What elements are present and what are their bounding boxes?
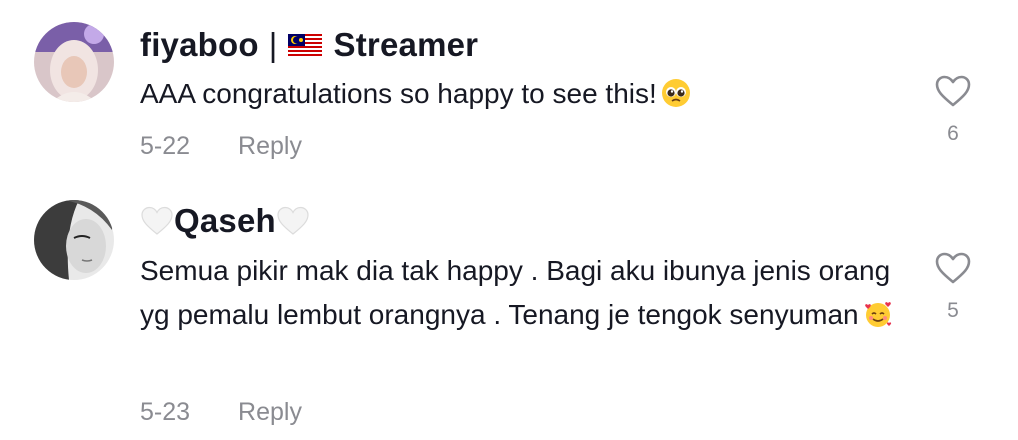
avatar[interactable] xyxy=(34,200,114,280)
like-count: 5 xyxy=(947,299,959,322)
comment-item: Qaseh Semua pikir mak dia tak happy . Ba… xyxy=(0,190,1018,440)
username-text[interactable]: fiyaboo xyxy=(140,26,259,64)
comment-text-content: Semua pikir mak dia tak happy . Bagi aku… xyxy=(140,255,891,330)
avatar-image xyxy=(34,22,114,102)
username[interactable]: Qaseh xyxy=(140,202,310,240)
pleading-face-emoji-icon xyxy=(661,78,691,108)
comment-meta: 5-22 Reply xyxy=(140,132,302,161)
malaysia-flag-icon xyxy=(287,34,322,56)
comment-text-content: AAA congratulations so happy to see this… xyxy=(140,78,657,109)
comment-text: AAA congratulations so happy to see this… xyxy=(140,72,900,116)
reply-button[interactable]: Reply xyxy=(238,398,302,427)
comment-item: fiyaboo | Streamer AAA congratulations s… xyxy=(0,0,1018,190)
avatar[interactable] xyxy=(34,22,114,102)
separator: | xyxy=(268,26,278,63)
comment-text: Semua pikir mak dia tak happy . Bagi aku… xyxy=(140,249,910,337)
username-text[interactable]: Qaseh xyxy=(174,202,276,240)
like-button[interactable]: 6 xyxy=(930,74,976,146)
avatar-image xyxy=(34,200,114,280)
comment-meta: 5-23 Reply xyxy=(140,398,302,427)
heart-outline-icon[interactable] xyxy=(934,74,972,108)
comment-date: 5-23 xyxy=(140,398,191,426)
like-button[interactable]: 5 xyxy=(930,251,976,323)
comment-date: 5-22 xyxy=(140,132,191,160)
white-heart-icon xyxy=(276,205,310,237)
smiling-face-with-hearts-icon xyxy=(863,299,893,329)
like-count: 6 xyxy=(947,122,959,145)
reply-button[interactable]: Reply xyxy=(238,132,302,161)
role-label: Streamer xyxy=(333,26,479,63)
username[interactable]: fiyaboo | Streamer xyxy=(140,26,478,64)
heart-outline-icon[interactable] xyxy=(934,251,972,285)
white-heart-icon xyxy=(140,205,174,237)
